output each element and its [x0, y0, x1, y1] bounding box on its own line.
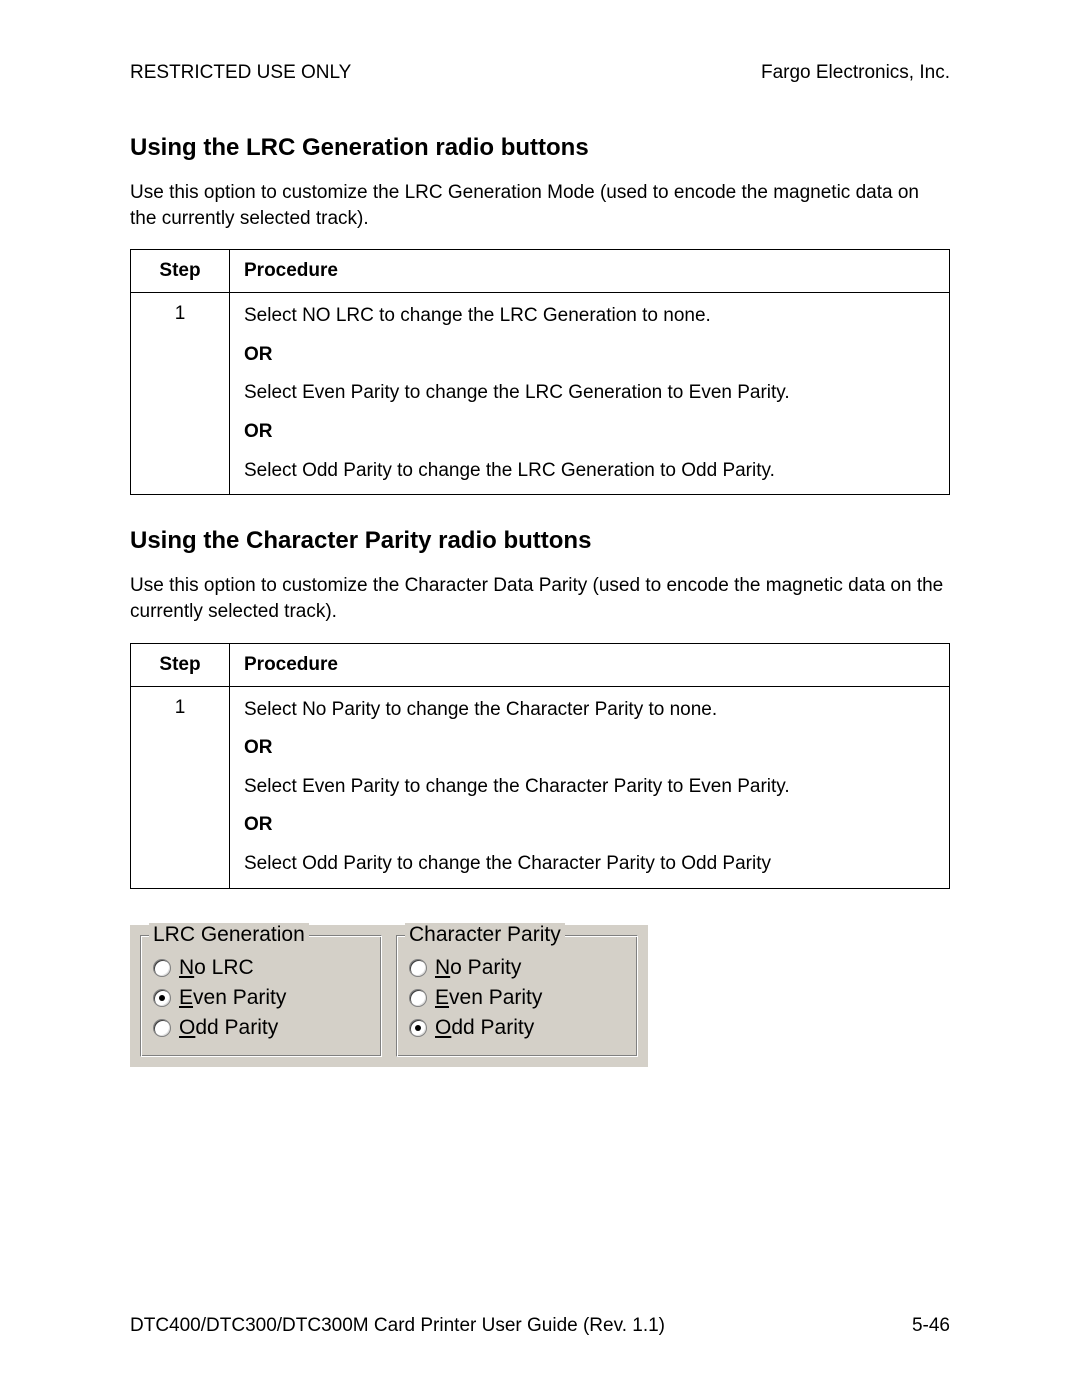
page: RESTRICTED USE ONLY Fargo Electronics, I…: [0, 0, 1080, 1397]
section1-intro: Use this option to customize the LRC Gen…: [130, 180, 950, 231]
radio-icon: [153, 989, 171, 1007]
step-number: 1: [131, 686, 230, 888]
col-header-step: Step: [131, 250, 230, 293]
proc-line: Select No Parity to change the Character…: [244, 697, 935, 724]
proc-line: Select Even Parity to change the Charact…: [244, 774, 935, 801]
section2-intro: Use this option to customize the Charact…: [130, 573, 950, 624]
procedure-cell: Select No Parity to change the Character…: [230, 686, 950, 888]
lrc-no-lrc-radio[interactable]: No LRC: [153, 956, 369, 980]
proc-or: OR: [244, 735, 935, 762]
radio-groups-panel: LRC Generation No LRC Even Parity Odd Pa…: [130, 925, 648, 1067]
radio-dot-icon: [159, 995, 165, 1001]
col-header-procedure: Procedure: [230, 250, 950, 293]
footer-left: DTC400/DTC300/DTC300M Card Printer User …: [130, 1315, 665, 1337]
character-parity-group: Character Parity No Parity Even Parity O…: [396, 935, 638, 1057]
proc-or: OR: [244, 342, 935, 369]
header-right: Fargo Electronics, Inc.: [761, 62, 950, 84]
radio-icon: [153, 959, 171, 977]
lrc-odd-parity-radio[interactable]: Odd Parity: [153, 1016, 369, 1040]
cp-even-parity-radio[interactable]: Even Parity: [409, 986, 625, 1010]
radio-icon: [409, 959, 427, 977]
proc-line: Select NO LRC to change the LRC Generati…: [244, 303, 935, 330]
radio-icon: [409, 989, 427, 1007]
section2-title: Using the Character Parity radio buttons: [130, 527, 950, 555]
proc-line: Select Odd Parity to change the LRC Gene…: [244, 458, 935, 485]
page-header: RESTRICTED USE ONLY Fargo Electronics, I…: [130, 62, 950, 84]
radio-label: Odd Parity: [435, 1016, 534, 1040]
cp-legend: Character Parity: [405, 923, 565, 947]
footer-right: 5-46: [912, 1315, 950, 1337]
proc-line: Select Even Parity to change the LRC Gen…: [244, 380, 935, 407]
lrc-legend: LRC Generation: [149, 923, 309, 947]
col-header-step: Step: [131, 643, 230, 686]
section2-table: Step Procedure 1 Select No Parity to cha…: [130, 643, 950, 889]
section1-title: Using the LRC Generation radio buttons: [130, 134, 950, 162]
proc-line: Select Odd Parity to change the Characte…: [244, 851, 935, 878]
section1-table: Step Procedure 1 Select NO LRC to change…: [130, 249, 950, 495]
proc-or: OR: [244, 419, 935, 446]
cp-odd-parity-radio[interactable]: Odd Parity: [409, 1016, 625, 1040]
procedure-cell: Select NO LRC to change the LRC Generati…: [230, 293, 950, 495]
radio-label: Odd Parity: [179, 1016, 278, 1040]
radio-dot-icon: [415, 1025, 421, 1031]
radio-label: No Parity: [435, 956, 521, 980]
header-left: RESTRICTED USE ONLY: [130, 62, 351, 84]
radio-icon: [409, 1019, 427, 1037]
lrc-even-parity-radio[interactable]: Even Parity: [153, 986, 369, 1010]
radio-label: Even Parity: [179, 986, 286, 1010]
cp-no-parity-radio[interactable]: No Parity: [409, 956, 625, 980]
proc-or: OR: [244, 812, 935, 839]
lrc-generation-group: LRC Generation No LRC Even Parity Odd Pa…: [140, 935, 382, 1057]
radio-label: No LRC: [179, 956, 254, 980]
step-number: 1: [131, 293, 230, 495]
radio-label: Even Parity: [435, 986, 542, 1010]
col-header-procedure: Procedure: [230, 643, 950, 686]
page-footer: DTC400/DTC300/DTC300M Card Printer User …: [130, 1315, 950, 1337]
radio-icon: [153, 1019, 171, 1037]
